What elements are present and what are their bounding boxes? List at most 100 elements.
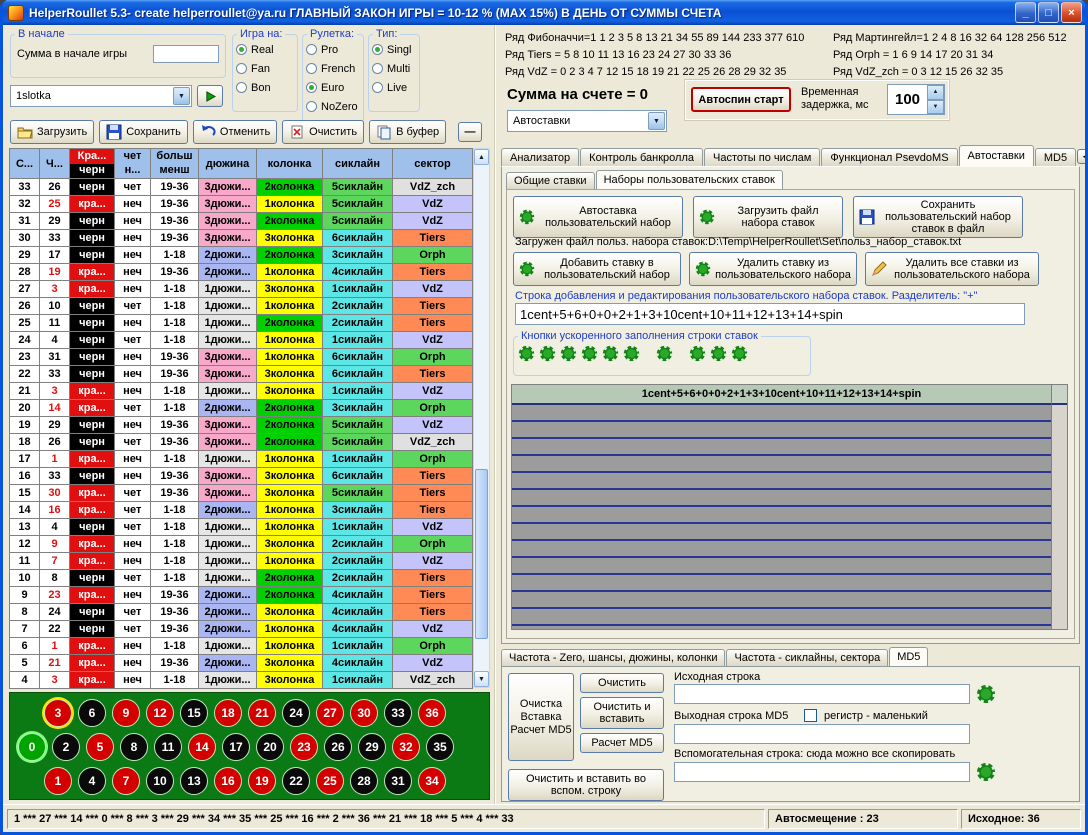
roulette-number-22[interactable]: 22 — [282, 767, 310, 795]
chevron-down-icon[interactable]: ▼ — [648, 112, 665, 130]
md5-clear-paste-aux-button[interactable]: Очистить и вставить во вспом. строку — [508, 769, 664, 801]
bet-list-row[interactable] — [512, 524, 1051, 541]
roulette-number-26[interactable]: 26 — [324, 733, 352, 761]
md5-source-input[interactable] — [674, 684, 970, 704]
bet-list-row[interactable] — [512, 558, 1051, 575]
roulette-number-21[interactable]: 21 — [248, 699, 276, 727]
table-row[interactable]: 3033черннеч19-363дюжи...3колонка6сиклайн… — [10, 230, 473, 247]
table-row[interactable]: 1826чернчет19-363дюжи...2колонка5сиклайн… — [10, 434, 473, 451]
bet-list-row[interactable] — [512, 575, 1051, 592]
table-row[interactable]: 134чернчет1-181дюжи...1колонка1сиклайнVd… — [10, 519, 473, 536]
roulette-number-32[interactable]: 32 — [392, 733, 420, 761]
roulette-number-27[interactable]: 27 — [316, 699, 344, 727]
roulette-number-20[interactable]: 20 — [256, 733, 284, 761]
roulette-number-2[interactable]: 2 — [52, 733, 80, 761]
roulette-number-5[interactable]: 5 — [86, 733, 114, 761]
chip-button[interactable] — [581, 345, 598, 362]
chip-button[interactable] — [976, 762, 996, 782]
radio-option-Bon[interactable]: Bon — [233, 78, 297, 97]
table-row[interactable]: 521кра...неч19-362дюжи...3колонка4сиклай… — [10, 655, 473, 672]
aux-string-input[interactable] — [674, 762, 970, 782]
table-row[interactable]: 273кра...неч1-181дюжи...3колонка1сиклайн… — [10, 281, 473, 298]
md5-output-input[interactable] — [674, 724, 970, 744]
table-row[interactable]: 1929черннеч19-363дюжи...2колонка5сиклайн… — [10, 417, 473, 434]
bet-list-row[interactable] — [512, 456, 1051, 473]
table-row[interactable]: 244чернчет1-181дюжи...1колонка1сиклайнVd… — [10, 332, 473, 349]
roulette-number-11[interactable]: 11 — [154, 733, 182, 761]
delete-all-bets-button[interactable]: Удалить все ставки из пользовательского … — [865, 252, 1039, 286]
table-row[interactable]: 61кра...неч1-181дюжи...1колонка1сиклайнO… — [10, 638, 473, 655]
roulette-number-9[interactable]: 9 — [112, 699, 140, 727]
roulette-number-23[interactable]: 23 — [290, 733, 318, 761]
table-row[interactable]: 1530кра...чет19-363дюжи...3колонка5сикла… — [10, 485, 473, 502]
bets-list-scrollbar[interactable] — [1051, 405, 1067, 629]
autobet-custom-set-button[interactable]: Автоставка пользовательский набор — [513, 196, 683, 238]
table-row[interactable]: 923кра...неч19-362дюжи...2колонка4сиклай… — [10, 587, 473, 604]
bet-string-input[interactable] — [515, 303, 1025, 325]
chip-button[interactable] — [731, 345, 748, 362]
table-row[interactable]: 824чернчет19-362дюжи...3колонка4сиклайнT… — [10, 604, 473, 621]
table-row[interactable]: 171кра...неч1-181дюжи...1колонка1сиклайн… — [10, 451, 473, 468]
roulette-number-25[interactable]: 25 — [316, 767, 344, 795]
minimize-button[interactable]: _ — [1015, 2, 1036, 23]
chip-button[interactable] — [656, 345, 673, 362]
radio-option-Fan[interactable]: Fan — [233, 59, 297, 78]
tab-Наборы пользовательских ставок[interactable]: Наборы пользовательских ставок — [596, 170, 783, 189]
maximize-button[interactable]: □ — [1038, 2, 1059, 23]
delete-bet-button[interactable]: Удалить ставку из пользовательского набо… — [689, 252, 857, 286]
roulette-number-19[interactable]: 19 — [248, 767, 276, 795]
bet-list-row[interactable] — [512, 473, 1051, 490]
tabs-scroll-left-icon[interactable]: ◄ — [1077, 149, 1088, 164]
roulette-number-6[interactable]: 6 — [78, 699, 106, 727]
table-row[interactable]: 3129черннеч19-363дюжи...2колонка5сиклайн… — [10, 213, 473, 230]
radio-icon[interactable] — [236, 82, 247, 93]
roulette-number-18[interactable]: 18 — [214, 699, 242, 727]
table-row[interactable]: 129кра...неч1-181дюжи...3колонка2сиклайн… — [10, 536, 473, 553]
md5-clear-button[interactable]: Очистить — [580, 673, 664, 693]
radio-icon[interactable] — [306, 101, 317, 112]
roulette-number-30[interactable]: 30 — [350, 699, 378, 727]
chip-button[interactable] — [976, 684, 996, 704]
chip-button[interactable] — [539, 345, 556, 362]
radio-option-Singl[interactable]: Singl — [369, 40, 419, 59]
roulette-number-7[interactable]: 7 — [112, 767, 140, 795]
roulette-number-12[interactable]: 12 — [146, 699, 174, 727]
radio-icon[interactable] — [306, 44, 317, 55]
radio-icon[interactable] — [306, 82, 317, 93]
roulette-number-14[interactable]: 14 — [188, 733, 216, 761]
chip-button[interactable] — [518, 345, 535, 362]
md5-clear-paste-button[interactable]: Очистить и вставить — [580, 697, 664, 729]
autobets-combo[interactable]: Автоставки ▼ — [507, 110, 667, 132]
add-bet-button[interactable]: Добавить ставку в пользовательский набор — [513, 252, 681, 286]
tab-Функционал PsevdoMS[interactable]: Функционал PsevdoMS — [821, 148, 957, 166]
roulette-number-0[interactable]: 0 — [18, 733, 46, 761]
bet-list-row[interactable] — [512, 609, 1051, 626]
bet-list-row[interactable] — [512, 592, 1051, 609]
roulette-number-31[interactable]: 31 — [384, 767, 412, 795]
roulette-number-35[interactable]: 35 — [426, 733, 454, 761]
radio-option-NoZero[interactable]: NoZero — [303, 97, 363, 116]
table-row[interactable]: 2610чернчет1-181дюжи...1колонка2сиклайнT… — [10, 298, 473, 315]
play-button[interactable] — [197, 85, 223, 107]
chip-button[interactable] — [560, 345, 577, 362]
bet-list-row[interactable] — [512, 541, 1051, 558]
chip-button[interactable] — [602, 345, 619, 362]
bet-list-row[interactable] — [512, 439, 1051, 456]
scroll-down-icon[interactable]: ▼ — [474, 671, 489, 687]
chip-button[interactable] — [689, 345, 706, 362]
roulette-number-33[interactable]: 33 — [384, 699, 412, 727]
radio-icon[interactable] — [236, 63, 247, 74]
roulette-number-15[interactable]: 15 — [180, 699, 208, 727]
radio-option-Multi[interactable]: Multi — [369, 59, 419, 78]
load-bet-set-button[interactable]: Загрузить файл набора ставок — [693, 196, 843, 238]
table-row[interactable]: 1633черннеч19-363дюжи...3колонка6сиклайн… — [10, 468, 473, 485]
tab-Общие ставки[interactable]: Общие ставки — [506, 172, 595, 189]
tab-Анализатор[interactable]: Анализатор — [501, 148, 579, 166]
close-button[interactable]: × — [1061, 2, 1082, 23]
radio-option-Live[interactable]: Live — [369, 78, 419, 97]
tab-MD5[interactable]: MD5 — [889, 647, 928, 666]
table-row[interactable]: 2917черннеч1-182дюжи...2колонка3сиклайнO… — [10, 247, 473, 264]
chevron-down-icon[interactable]: ▼ — [173, 87, 190, 105]
bet-list-row[interactable] — [512, 422, 1051, 439]
radio-icon[interactable] — [236, 44, 247, 55]
